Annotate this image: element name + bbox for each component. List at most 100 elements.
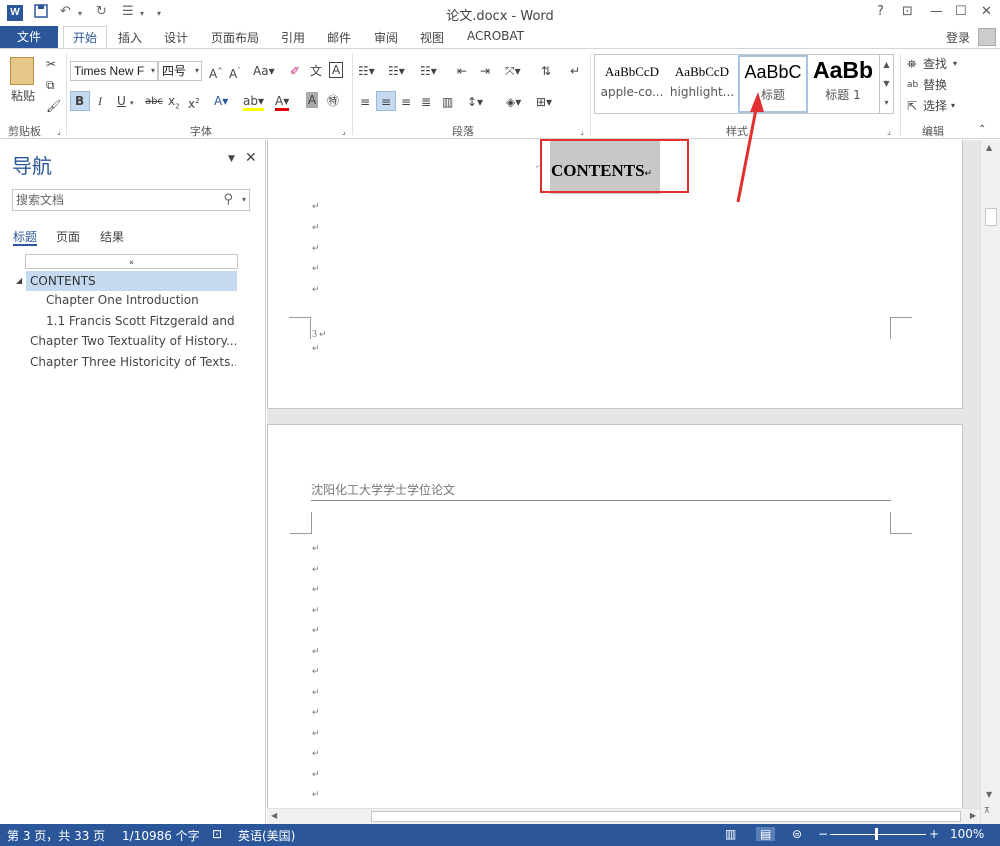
asian-layout-icon[interactable]: ⤧▾ [505, 64, 521, 78]
paragraph-launcher-icon[interactable]: ⌟ [580, 125, 584, 139]
italic-icon[interactable]: I [98, 94, 102, 108]
borders-icon[interactable]: ⊞▾ [536, 95, 552, 109]
subscript-icon[interactable]: x2 [168, 94, 180, 113]
close-button[interactable]: ✕ [981, 4, 992, 19]
strikethrough-icon[interactable]: abc [145, 95, 163, 109]
select-icon[interactable]: ⇱ [907, 99, 917, 113]
font-name-combo[interactable]: Times New F ▾ [70, 61, 158, 81]
page-header[interactable]: 沈阳化工大学学士学位论文 [311, 481, 891, 501]
increase-indent-icon[interactable]: ⇥ [480, 64, 490, 78]
tab-layout[interactable]: 页面布局 [211, 29, 259, 46]
web-layout-icon[interactable]: ⊜ [792, 827, 802, 841]
find-icon[interactable]: ⛯ [907, 57, 917, 71]
zoom-in-icon[interactable]: + [929, 827, 939, 841]
line-spacing-icon[interactable]: ↕▾ [467, 95, 483, 109]
nav-close-icon[interactable]: ✕ [245, 150, 257, 166]
highlight-icon[interactable]: ab▾ [243, 94, 264, 111]
replace-icon[interactable]: ab [907, 78, 918, 92]
find-dropdown-icon[interactable]: ▾ [953, 57, 957, 71]
styles-launcher-icon[interactable]: ⌟ [887, 125, 891, 139]
nav-heading-item[interactable]: Chapter Two Textuality of History... [30, 334, 236, 348]
language-status[interactable]: 英语(美国) [238, 827, 295, 844]
font-launcher-icon[interactable]: ⌟ [342, 125, 346, 139]
multilevel-list-icon[interactable]: ☷▾ [420, 64, 437, 78]
tab-review[interactable]: 审阅 [374, 29, 398, 46]
collapse-ribbon-icon[interactable]: ⌃ [978, 123, 986, 137]
tab-mailings[interactable]: 邮件 [327, 29, 351, 46]
nav-tab-headings[interactable]: 标题 [13, 228, 37, 245]
font-size-combo[interactable]: 四号 ▾ [158, 61, 202, 81]
clipboard-launcher-icon[interactable]: ⌟ [57, 125, 61, 139]
scroll-right-icon[interactable]: ▶ [970, 811, 976, 820]
minimize-button[interactable]: — [930, 4, 943, 19]
justify-icon[interactable]: ≣ [421, 95, 431, 109]
sort-icon[interactable]: ⇅ [541, 64, 551, 78]
find-button[interactable]: 查找 [923, 57, 947, 71]
tab-acrobat[interactable]: ACROBAT [467, 29, 524, 43]
phonetic-guide-icon[interactable]: 文 [310, 64, 322, 78]
zoom-slider-thumb[interactable] [875, 828, 878, 840]
bullets-icon[interactable]: ☷▾ [358, 64, 375, 78]
scroll-left-icon[interactable]: ◀ [271, 811, 277, 820]
nav-collapse-all[interactable]: ⌅ [25, 254, 238, 269]
vertical-scroll-thumb[interactable] [985, 208, 997, 226]
paste-button[interactable]: 粘贴 [11, 89, 35, 103]
document-page[interactable]: 沈阳化工大学学士学位论文 ↵ ↵ ↵ ↵ ↵ ↵ ↵ ↵ ↵ ↵ ↵ ↵ ↵ [267, 424, 963, 808]
login-link[interactable]: 登录 [946, 29, 970, 46]
zoom-out-icon[interactable]: − [818, 827, 828, 841]
align-right-icon[interactable]: ≡ [401, 95, 411, 109]
maximize-button[interactable]: ☐ [955, 4, 967, 19]
nav-tab-pages[interactable]: 页面 [56, 228, 80, 245]
paste-icon[interactable] [10, 57, 34, 85]
horizontal-scrollbar[interactable]: ◀ ▶ [267, 808, 980, 824]
print-layout-icon[interactable]: ▤ [756, 827, 776, 841]
nav-search-input[interactable]: 搜索文档 ⚲ ▾ [12, 189, 250, 211]
browse-object-icon[interactable]: ⊼ [984, 806, 990, 815]
cut-icon[interactable]: ✂ [46, 57, 56, 71]
search-icon[interactable]: ⚲ [223, 190, 233, 210]
style-highlight[interactable]: AaBbCcD highlight... [667, 55, 737, 113]
underline-icon[interactable]: U [117, 94, 126, 108]
nav-heading-item[interactable]: CONTENTS [26, 271, 237, 291]
nav-tab-results[interactable]: 结果 [100, 228, 124, 245]
tab-view[interactable]: 视图 [420, 29, 444, 46]
nav-heading-item[interactable]: Chapter One Introduction [46, 293, 236, 307]
page-count-status[interactable]: 第 3 页，共 33 页 [7, 827, 105, 844]
vertical-scrollbar[interactable]: ▲ ▼ ⊼ [980, 140, 1000, 824]
tab-references[interactable]: 引用 [281, 29, 305, 46]
style-heading1[interactable]: AaBb 标题 1 [809, 55, 877, 113]
align-left-icon[interactable]: ≡ [360, 95, 370, 109]
read-mode-icon[interactable]: ▥ [725, 827, 736, 841]
copy-icon[interactable]: ⧉ [46, 78, 55, 92]
zoom-level[interactable]: 100% [950, 827, 984, 841]
scroll-up-icon[interactable]: ▲ [986, 143, 992, 152]
scroll-down-icon[interactable]: ▼ [986, 790, 992, 799]
nav-options-icon[interactable]: ▼ [228, 154, 235, 164]
user-avatar[interactable] [978, 28, 996, 46]
nav-heading-item[interactable]: 1.1 Francis Scott Fitzgerald and... [46, 314, 236, 328]
proofing-icon[interactable]: ⊡ [212, 827, 222, 841]
distributed-icon[interactable]: ▥ [442, 95, 453, 109]
shrink-font-icon[interactable]: Aˇ [229, 64, 241, 81]
underline-dropdown-icon[interactable]: ▾ [130, 96, 134, 110]
superscript-icon[interactable]: x2 [188, 94, 200, 111]
change-case-icon[interactable]: Aa▾ [253, 64, 275, 78]
word-count-status[interactable]: 1/10986 个字 [122, 827, 200, 844]
format-painter-icon[interactable]: 🖌 [46, 99, 61, 113]
tab-design[interactable]: 设计 [164, 29, 188, 46]
enclose-characters-icon[interactable]: ㊕ [327, 94, 339, 108]
replace-button[interactable]: 替换 [923, 78, 947, 92]
decrease-indent-icon[interactable]: ⇤ [457, 64, 467, 78]
show-marks-icon[interactable]: ↵ [570, 64, 580, 78]
nav-heading-item[interactable]: Chapter Three Historicity of Texts... [30, 355, 236, 369]
styles-scroll[interactable]: ▲ ▼ ▾ [879, 55, 893, 113]
search-dropdown-icon[interactable]: ▾ [242, 190, 246, 210]
character-shading-icon[interactable]: A [306, 92, 319, 108]
select-dropdown-icon[interactable]: ▾ [951, 99, 955, 113]
character-border-icon[interactable]: A [329, 62, 344, 78]
zoom-slider[interactable] [830, 834, 926, 835]
tab-insert[interactable]: 插入 [118, 29, 142, 46]
grow-font-icon[interactable]: A^ [209, 64, 223, 81]
text-effects-icon[interactable]: A▾ [214, 94, 228, 108]
horizontal-scroll-thumb[interactable] [371, 811, 961, 822]
